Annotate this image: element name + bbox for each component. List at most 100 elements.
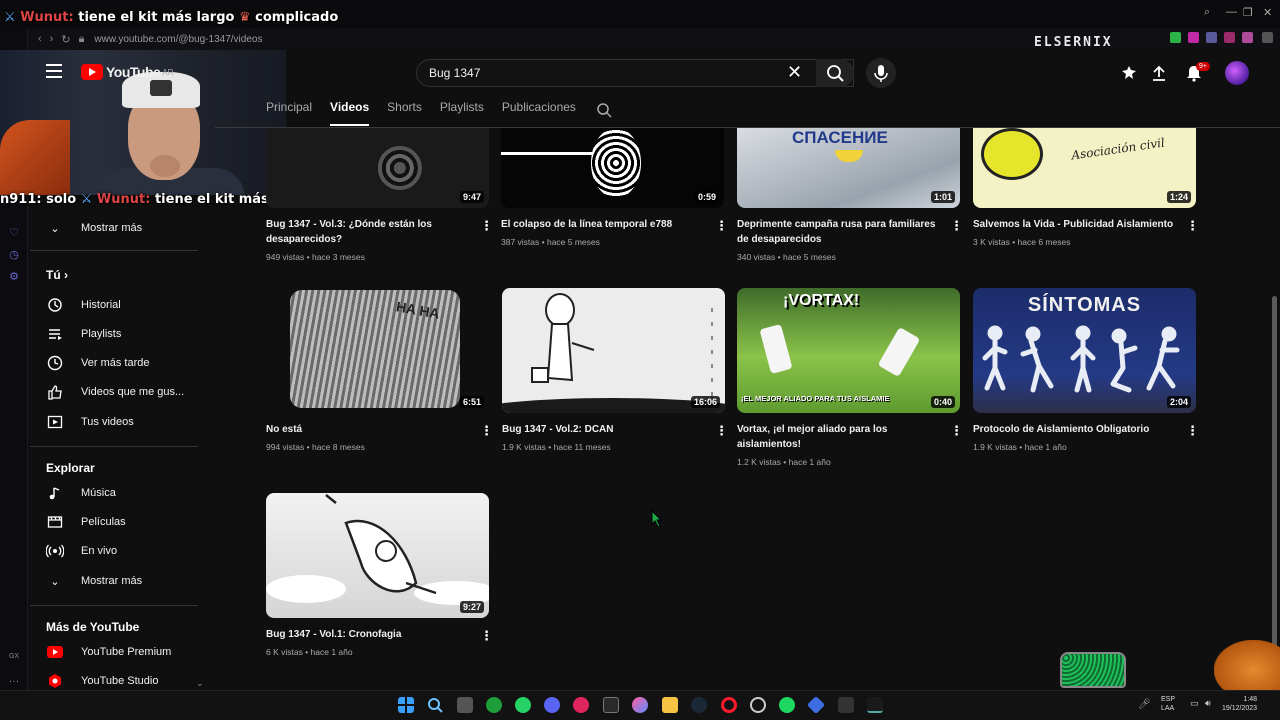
video-title[interactable]: Bug 1347 - Vol.3: ¿Dónde están los desap… bbox=[266, 217, 471, 247]
extension-puzzle-icon[interactable] bbox=[1206, 32, 1217, 43]
video-thumbnail[interactable]: 9:47 bbox=[266, 128, 489, 208]
video-thumbnail[interactable]: HA HA 6:51 bbox=[266, 288, 489, 413]
sidebar-item-liked-videos[interactable]: Videos que me gus... bbox=[46, 380, 184, 404]
webcam-hand bbox=[150, 155, 180, 177]
sidebar-item-historial[interactable]: Historial bbox=[46, 293, 121, 317]
spotify-icon[interactable] bbox=[779, 697, 795, 713]
video-duration: 9:47 bbox=[459, 191, 484, 203]
sidebar-show-more-subs[interactable]: ⌄ Mostrar más bbox=[46, 216, 142, 240]
create-icon[interactable] bbox=[1120, 64, 1138, 82]
video-thumbnail[interactable]: 9:27 bbox=[266, 493, 489, 618]
scroll-down-icon[interactable]: ⌄ bbox=[196, 678, 204, 689]
windows-start-icon[interactable] bbox=[398, 697, 414, 713]
clear-search-icon[interactable]: ✕ bbox=[787, 62, 802, 83]
video-options-icon[interactable]: ⋮ bbox=[480, 628, 493, 644]
sidebar-item-your-videos[interactable]: Tus videos bbox=[46, 410, 134, 434]
more-icon[interactable]: … bbox=[7, 672, 21, 686]
tab-playlists[interactable]: Playlists bbox=[440, 100, 484, 126]
sidebar-item-movies[interactable]: Películas bbox=[46, 510, 126, 534]
opera-gx-icon[interactable] bbox=[721, 697, 737, 713]
video-thumbnail[interactable]: Asociación civil 1:24 bbox=[973, 128, 1196, 208]
restore-icon[interactable]: ❐ bbox=[1243, 6, 1253, 19]
app-icon[interactable] bbox=[632, 697, 648, 713]
video-options-icon[interactable]: ⋮ bbox=[950, 218, 963, 234]
app-icon[interactable] bbox=[750, 697, 766, 713]
video-options-icon[interactable]: ⋮ bbox=[950, 423, 963, 439]
sidebar-item-watch-later[interactable]: Ver más tarde bbox=[46, 351, 149, 375]
epic-games-icon[interactable] bbox=[603, 697, 619, 713]
discord-icon[interactable] bbox=[544, 697, 560, 713]
video-title[interactable]: El colapso de la línea temporal e788 bbox=[501, 217, 706, 232]
history-sidebar-icon[interactable]: ◷ bbox=[7, 248, 21, 262]
app-icon[interactable] bbox=[838, 697, 854, 713]
video-duration: 1:24 bbox=[1166, 191, 1191, 203]
taskbar-search-icon[interactable] bbox=[427, 697, 443, 713]
video-options-icon[interactable]: ⋮ bbox=[715, 218, 728, 234]
search-input[interactable]: Bug 1347 bbox=[429, 66, 480, 80]
video-title[interactable]: No está bbox=[266, 422, 471, 437]
minimize-icon[interactable]: — bbox=[1226, 6, 1237, 18]
file-explorer-icon[interactable] bbox=[662, 697, 678, 713]
keyboard-language[interactable]: ESP LAA bbox=[1161, 695, 1175, 713]
video-title[interactable]: Vortax, ¡el mejor aliado para los aislam… bbox=[737, 422, 942, 452]
channel-search-icon[interactable] bbox=[596, 102, 612, 118]
tab-videos[interactable]: Videos bbox=[330, 100, 370, 126]
tab-principal[interactable]: Principal bbox=[266, 100, 312, 126]
browser-search-icon[interactable]: ⌕ bbox=[1204, 6, 1210, 19]
forward-icon[interactable]: › bbox=[50, 33, 54, 45]
tray-mic-icon[interactable]: 🎤︎ bbox=[1138, 699, 1151, 710]
video-options-icon[interactable]: ⋮ bbox=[1186, 423, 1199, 439]
voice-search-button[interactable] bbox=[866, 58, 896, 88]
extension-icon[interactable] bbox=[1188, 32, 1199, 43]
video-title[interactable]: Salvemos la Vida - Publicidad Aislamient… bbox=[973, 217, 1178, 232]
network-icon[interactable]: ▭ bbox=[1190, 698, 1199, 709]
url-text[interactable]: www.youtube.com/@bug-1347/videos bbox=[94, 34, 262, 45]
tab-publicaciones[interactable]: Publicaciones bbox=[502, 100, 576, 126]
thumbnail-spiral bbox=[591, 128, 641, 198]
video-options-icon[interactable]: ⋮ bbox=[480, 423, 493, 439]
volume-icon[interactable]: 🔊︎ bbox=[1205, 698, 1211, 709]
video-title[interactable]: Deprimente campaña rusa para familiares … bbox=[737, 217, 942, 247]
xbox-icon[interactable] bbox=[486, 697, 502, 713]
video-options-icon[interactable]: ⋮ bbox=[715, 423, 728, 439]
extension-download-icon[interactable] bbox=[1170, 32, 1181, 43]
video-thumbnail[interactable]: SÍNTOMAS 2:04 bbox=[973, 288, 1196, 413]
heart-icon[interactable]: ♡ bbox=[7, 226, 21, 240]
upload-icon[interactable] bbox=[1150, 64, 1168, 82]
video-title[interactable]: Protocolo de Aislamiento Obligatorio bbox=[973, 422, 1178, 437]
close-icon[interactable]: ✕ bbox=[1263, 6, 1272, 19]
back-icon[interactable]: ‹ bbox=[38, 33, 42, 45]
taskbar-clock[interactable]: 1:48 19/12/2023 bbox=[1222, 695, 1257, 713]
gx-icon[interactable]: GX bbox=[7, 650, 21, 664]
menu-icon[interactable] bbox=[46, 64, 62, 80]
app-icon[interactable] bbox=[573, 697, 589, 713]
browser-menu-icon[interactable] bbox=[1262, 32, 1273, 43]
sidebar-item-youtube-premium[interactable]: YouTube Premium bbox=[46, 640, 171, 664]
sidebar-you-heading[interactable]: Tú › bbox=[46, 268, 68, 282]
video-options-icon[interactable]: ⋮ bbox=[480, 218, 493, 234]
tab-shorts[interactable]: Shorts bbox=[387, 100, 422, 126]
sidebar-item-music[interactable]: Música bbox=[46, 481, 116, 505]
reload-icon[interactable]: ↻ bbox=[61, 33, 70, 46]
extension-icon[interactable] bbox=[1224, 32, 1235, 43]
video-title[interactable]: Bug 1347 - Vol.1: Cronofagia bbox=[266, 627, 471, 642]
page-scrollbar[interactable] bbox=[1272, 296, 1277, 676]
steam-icon[interactable] bbox=[691, 697, 707, 713]
video-thumbnail[interactable]: ¡VORTAX! ¡EL MEJOR ALIADO PARA TUS AISLA… bbox=[737, 288, 960, 413]
task-view-icon[interactable] bbox=[457, 697, 473, 713]
video-options-icon[interactable]: ⋮ bbox=[1186, 218, 1199, 234]
video-thumbnail[interactable]: 0:59 bbox=[501, 128, 724, 208]
video-title[interactable]: Bug 1347 - Vol.2: DCAN bbox=[502, 422, 707, 437]
video-thumbnail[interactable]: СПАСЕНИЕ 1:01 bbox=[737, 128, 960, 208]
settings-icon[interactable]: ⚙ bbox=[7, 270, 21, 284]
youtube-logo[interactable]: YouTube AR bbox=[81, 64, 173, 80]
sidebar-item-live[interactable]: En vivo bbox=[46, 539, 117, 563]
video-thumbnail[interactable]: 16:06 bbox=[502, 288, 725, 413]
sidebar-show-more-explore[interactable]: ⌄ Mostrar más bbox=[46, 569, 142, 593]
extension-icon[interactable] bbox=[1242, 32, 1253, 43]
whatsapp-icon[interactable] bbox=[515, 697, 531, 713]
sidebar-item-playlists[interactable]: Playlists bbox=[46, 322, 121, 346]
search-button[interactable] bbox=[816, 59, 854, 87]
terminal-icon[interactable] bbox=[867, 697, 883, 713]
account-avatar[interactable] bbox=[1225, 61, 1249, 85]
